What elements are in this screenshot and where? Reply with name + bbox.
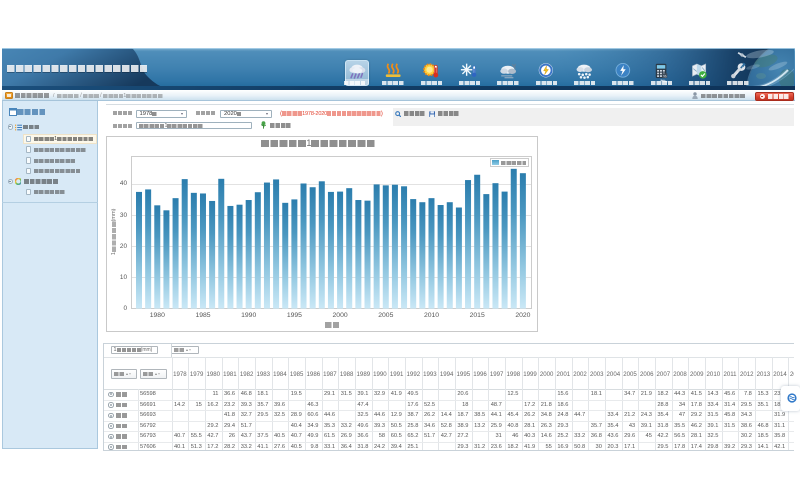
svg-text:%: % (663, 73, 667, 78)
